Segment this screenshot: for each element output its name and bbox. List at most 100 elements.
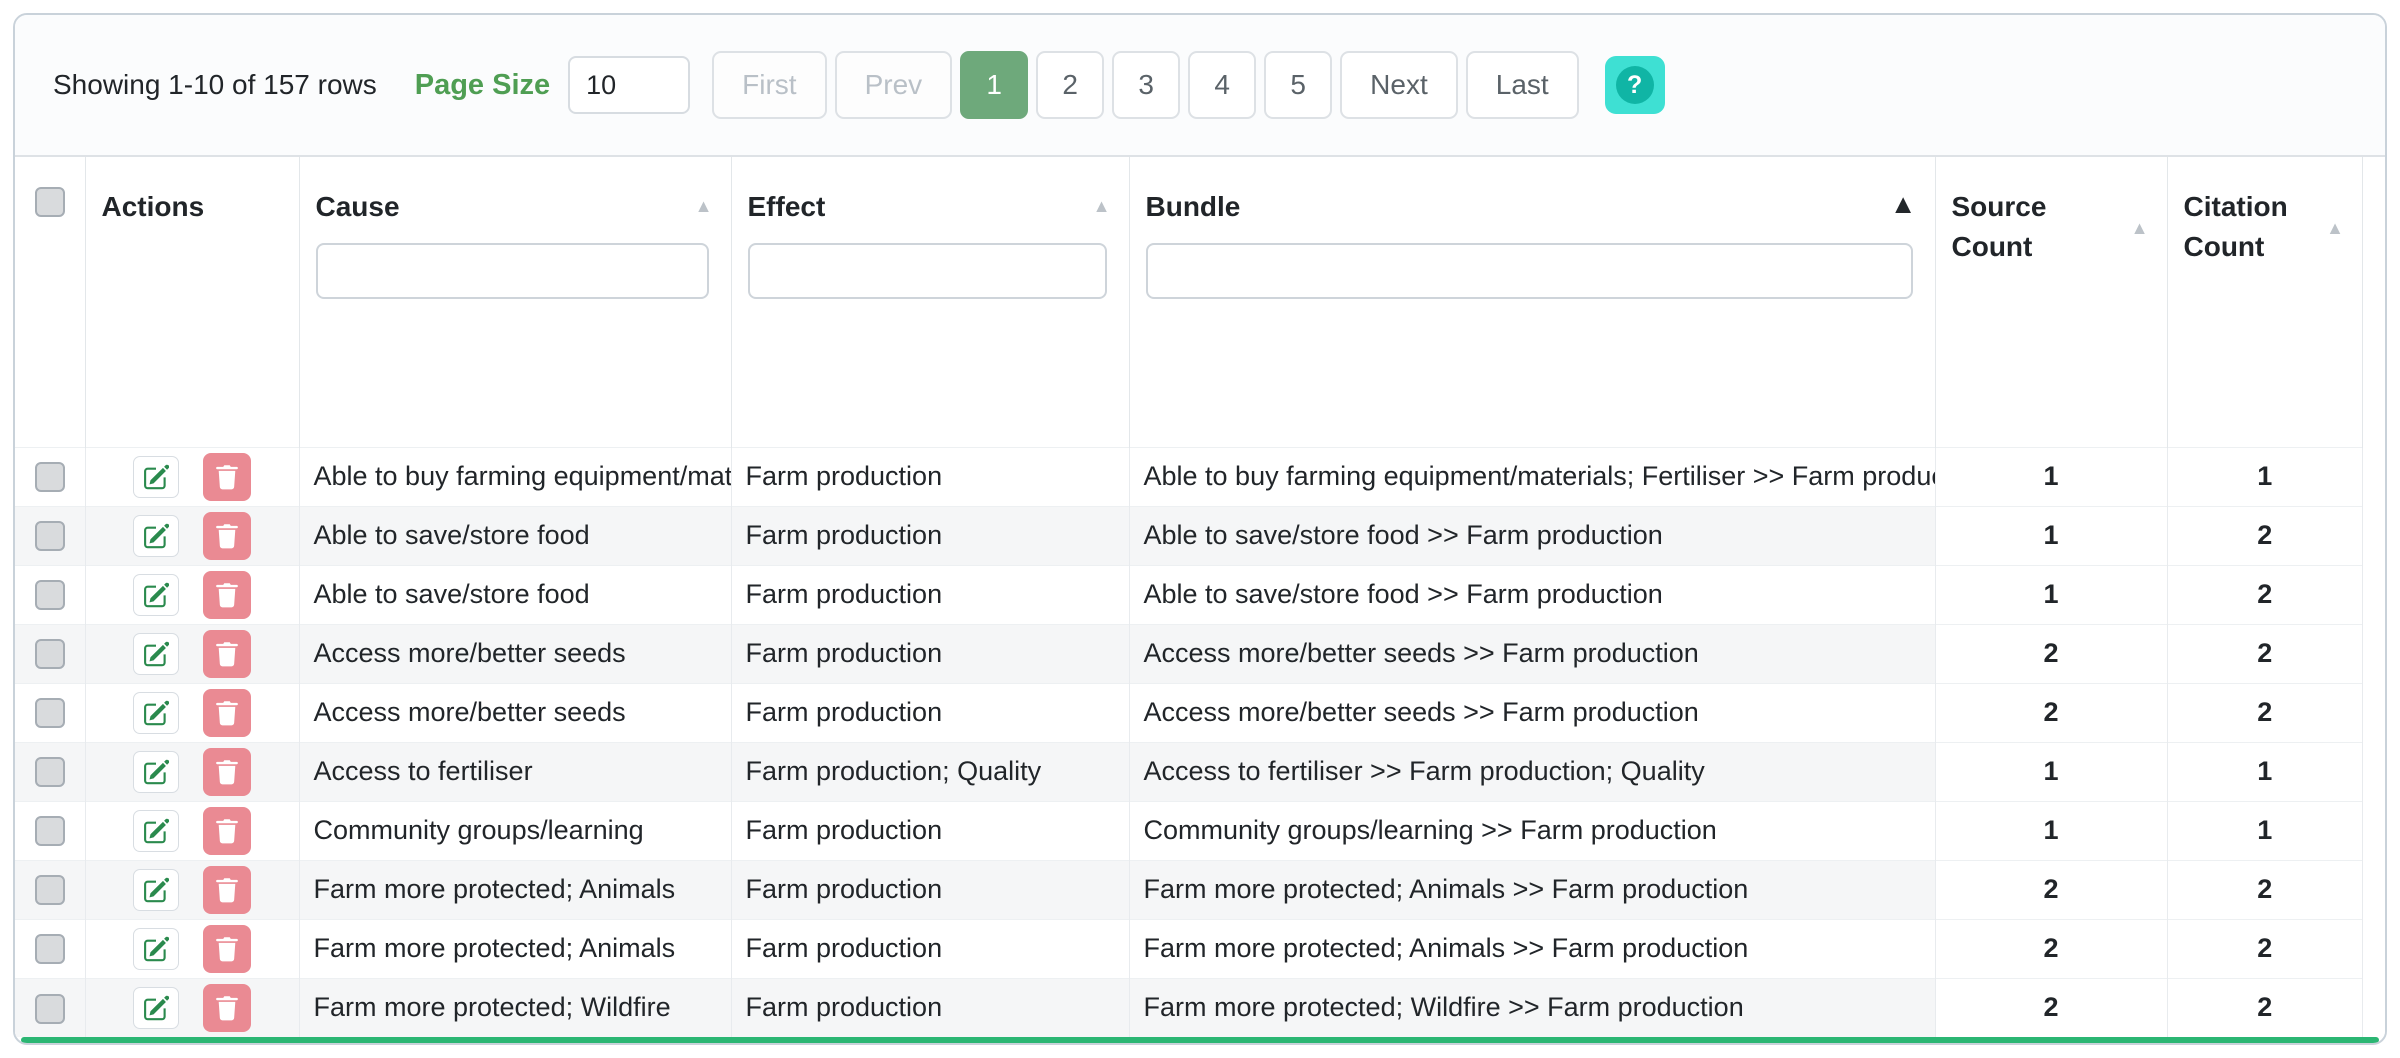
citation-count-cell: 1: [2167, 447, 2363, 506]
edit-button[interactable]: [133, 751, 179, 793]
pagination-info: Showing 1-10 of 157 rows: [53, 69, 377, 101]
bundle-cell: Farm more protected; Animals >> Farm pro…: [1129, 919, 1935, 978]
cause-cell: Community groups/learning: [299, 801, 731, 860]
row-checkbox[interactable]: [35, 875, 65, 905]
row-checkbox[interactable]: [35, 521, 65, 551]
source-count-cell: 1: [1935, 506, 2167, 565]
citation-count-cell: 2: [2167, 919, 2363, 978]
effect-column-label[interactable]: Effect: [732, 157, 1129, 227]
question-mark-icon: ?: [1616, 66, 1654, 104]
cause-cell: Farm more protected; Animals: [299, 919, 731, 978]
bundle-column-label[interactable]: Bundle: [1130, 157, 1935, 227]
effect-filter-input[interactable]: [748, 243, 1107, 299]
pagination-first-button[interactable]: First: [712, 51, 826, 119]
edit-button[interactable]: [133, 574, 179, 616]
delete-button[interactable]: [203, 689, 251, 737]
table-row: Able to save/store food Farm production …: [15, 565, 2363, 624]
delete-button[interactable]: [203, 866, 251, 914]
row-checkbox[interactable]: [35, 994, 65, 1024]
delete-button[interactable]: [203, 984, 251, 1032]
page-size-input[interactable]: [568, 56, 690, 114]
pagination-page-5-button[interactable]: 5: [1264, 51, 1332, 119]
help-button[interactable]: ?: [1605, 56, 1665, 114]
row-checkbox[interactable]: [35, 934, 65, 964]
table-row: Farm more protected; Animals Farm produc…: [15, 860, 2363, 919]
edit-button[interactable]: [133, 869, 179, 911]
select-all-header-cell: [15, 157, 85, 447]
citation-count-cell: 2: [2167, 860, 2363, 919]
cause-cell: Access more/better seeds: [299, 624, 731, 683]
page-size-label: Page Size: [415, 69, 550, 102]
pagination-page-1-button[interactable]: 1: [960, 51, 1028, 119]
edit-button[interactable]: [133, 515, 179, 557]
citation-count-sort-icon[interactable]: ▲: [2326, 219, 2344, 237]
row-checkbox[interactable]: [35, 639, 65, 669]
delete-button[interactable]: [203, 571, 251, 619]
pagination-page-2-button[interactable]: 2: [1036, 51, 1104, 119]
source-count-sort-icon[interactable]: ▲: [2131, 219, 2149, 237]
cause-sort-icon[interactable]: ▲: [695, 197, 713, 215]
citation-count-column-label[interactable]: Citation Count: [2168, 157, 2363, 267]
effect-sort-icon[interactable]: ▲: [1093, 197, 1111, 215]
select-all-checkbox[interactable]: [35, 187, 65, 217]
effect-cell: Farm production: [731, 565, 1129, 624]
bundle-column-header: Bundle ▲: [1129, 157, 1935, 447]
bundle-cell: Access to fertiliser >> Farm production;…: [1129, 742, 1935, 801]
source-count-column-header: Source Count ▲: [1935, 157, 2167, 447]
row-checkbox[interactable]: [35, 698, 65, 728]
pagination-prev-button[interactable]: Prev: [835, 51, 953, 119]
delete-button[interactable]: [203, 748, 251, 796]
cause-cell: Able to buy farming equipment/materials: [299, 447, 731, 506]
row-checkbox[interactable]: [35, 757, 65, 787]
effect-cell: Farm production; Quality: [731, 742, 1129, 801]
cause-column-header: Cause ▲: [299, 157, 731, 447]
header-row: Actions Cause ▲ Effect ▲: [15, 157, 2363, 447]
edit-button[interactable]: [133, 692, 179, 734]
effect-cell: Farm production: [731, 801, 1129, 860]
bundle-cell: Community groups/learning >> Farm produc…: [1129, 801, 1935, 860]
delete-button[interactable]: [203, 512, 251, 560]
bundle-cell: Able to save/store food >> Farm producti…: [1129, 565, 1935, 624]
pagination-last-button[interactable]: Last: [1466, 51, 1579, 119]
source-count-cell: 1: [1935, 565, 2167, 624]
edit-button[interactable]: [133, 987, 179, 1029]
edit-button[interactable]: [133, 928, 179, 970]
edit-button[interactable]: [133, 633, 179, 675]
bundle-cell: Access more/better seeds >> Farm product…: [1129, 683, 1935, 742]
pagination-next-button[interactable]: Next: [1340, 51, 1458, 119]
effect-cell: Farm production: [731, 624, 1129, 683]
source-count-cell: 2: [1935, 978, 2167, 1037]
source-count-column-label[interactable]: Source Count: [1936, 157, 2167, 267]
edit-button[interactable]: [133, 456, 179, 498]
source-count-cell: 1: [1935, 447, 2167, 506]
pagination-page-3-button[interactable]: 3: [1112, 51, 1180, 119]
bundle-cell: Farm more protected; Animals >> Farm pro…: [1129, 860, 1935, 919]
edit-button[interactable]: [133, 810, 179, 852]
source-count-cell: 2: [1935, 860, 2167, 919]
source-count-cell: 2: [1935, 919, 2167, 978]
delete-button[interactable]: [203, 630, 251, 678]
citation-count-cell: 2: [2167, 624, 2363, 683]
table-body: Able to buy farming equipment/materials …: [15, 447, 2363, 1037]
pagination-page-4-button[interactable]: 4: [1188, 51, 1256, 119]
actions-column-header: Actions: [85, 157, 299, 447]
delete-button[interactable]: [203, 807, 251, 855]
table-row: Access more/better seeds Farm production…: [15, 683, 2363, 742]
cause-filter-input[interactable]: [316, 243, 709, 299]
citation-count-cell: 2: [2167, 565, 2363, 624]
source-count-cell: 2: [1935, 683, 2167, 742]
delete-button[interactable]: [203, 453, 251, 501]
source-count-cell: 1: [1935, 801, 2167, 860]
source-count-cell: 2: [1935, 624, 2167, 683]
bundle-filter-input[interactable]: [1146, 243, 1913, 299]
effect-cell: Farm production: [731, 506, 1129, 565]
row-checkbox[interactable]: [35, 816, 65, 846]
row-checkbox[interactable]: [35, 462, 65, 492]
citation-count-cell: 1: [2167, 801, 2363, 860]
citation-count-cell: 2: [2167, 683, 2363, 742]
cause-column-label[interactable]: Cause: [300, 157, 731, 227]
row-checkbox[interactable]: [35, 580, 65, 610]
bundle-cell: Able to save/store food >> Farm producti…: [1129, 506, 1935, 565]
bundle-sort-icon[interactable]: ▲: [1890, 191, 1917, 218]
delete-button[interactable]: [203, 925, 251, 973]
